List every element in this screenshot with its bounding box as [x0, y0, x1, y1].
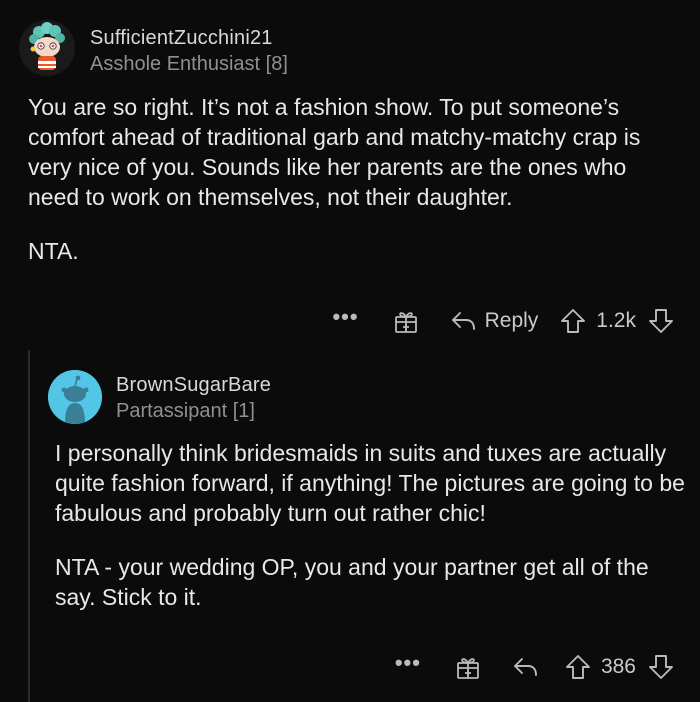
username[interactable]: BrownSugarBare	[116, 374, 271, 397]
comment-paragraph: NTA.	[28, 238, 79, 264]
upvote-arrow-icon[interactable]	[565, 654, 591, 680]
comment-paragraph: NTA - your wedding OP, you and your part…	[55, 554, 649, 610]
more-options-button[interactable]: •••	[395, 652, 421, 674]
downvote-arrow-icon[interactable]	[648, 308, 674, 334]
reply-arrow-icon	[513, 656, 539, 678]
reply-arrow-icon	[451, 310, 477, 332]
comment-paragraph: You are so right. It’s not a fashion sho…	[28, 94, 641, 210]
default-snoo-avatar-icon	[48, 370, 102, 424]
username[interactable]: SufficientZucchini21	[90, 27, 273, 50]
comment-body: I personally think bridesmaids in suits …	[55, 438, 685, 612]
vote-count: 1.2k	[596, 309, 636, 332]
comment-body: You are so right. It’s not a fashion sho…	[28, 92, 678, 266]
user-avatar[interactable]	[19, 20, 75, 76]
user-flair: Partassipant [1]	[116, 400, 255, 422]
downvote-arrow-icon[interactable]	[648, 654, 674, 680]
thread-collapse-line[interactable]	[28, 350, 30, 702]
more-options-button[interactable]: •••	[332, 306, 358, 328]
gift-award-icon[interactable]	[455, 654, 481, 680]
comment-paragraph: I personally think bridesmaids in suits …	[55, 440, 685, 526]
upvote-arrow-icon[interactable]	[560, 308, 586, 334]
reply-button[interactable]: Reply	[451, 309, 539, 333]
gift-award-icon[interactable]	[393, 308, 419, 334]
comment-action-bar: ••• 386	[395, 650, 674, 684]
snoo-avatar-illustration-icon	[19, 20, 75, 76]
reply-label: Reply	[484, 309, 539, 332]
vote-count: 386	[600, 655, 636, 678]
user-avatar[interactable]	[48, 370, 102, 424]
reply-button[interactable]	[513, 656, 539, 678]
user-flair: Asshole Enthusiast [8]	[90, 53, 288, 75]
comment-action-bar: ••• Reply 1.2k	[332, 304, 674, 338]
